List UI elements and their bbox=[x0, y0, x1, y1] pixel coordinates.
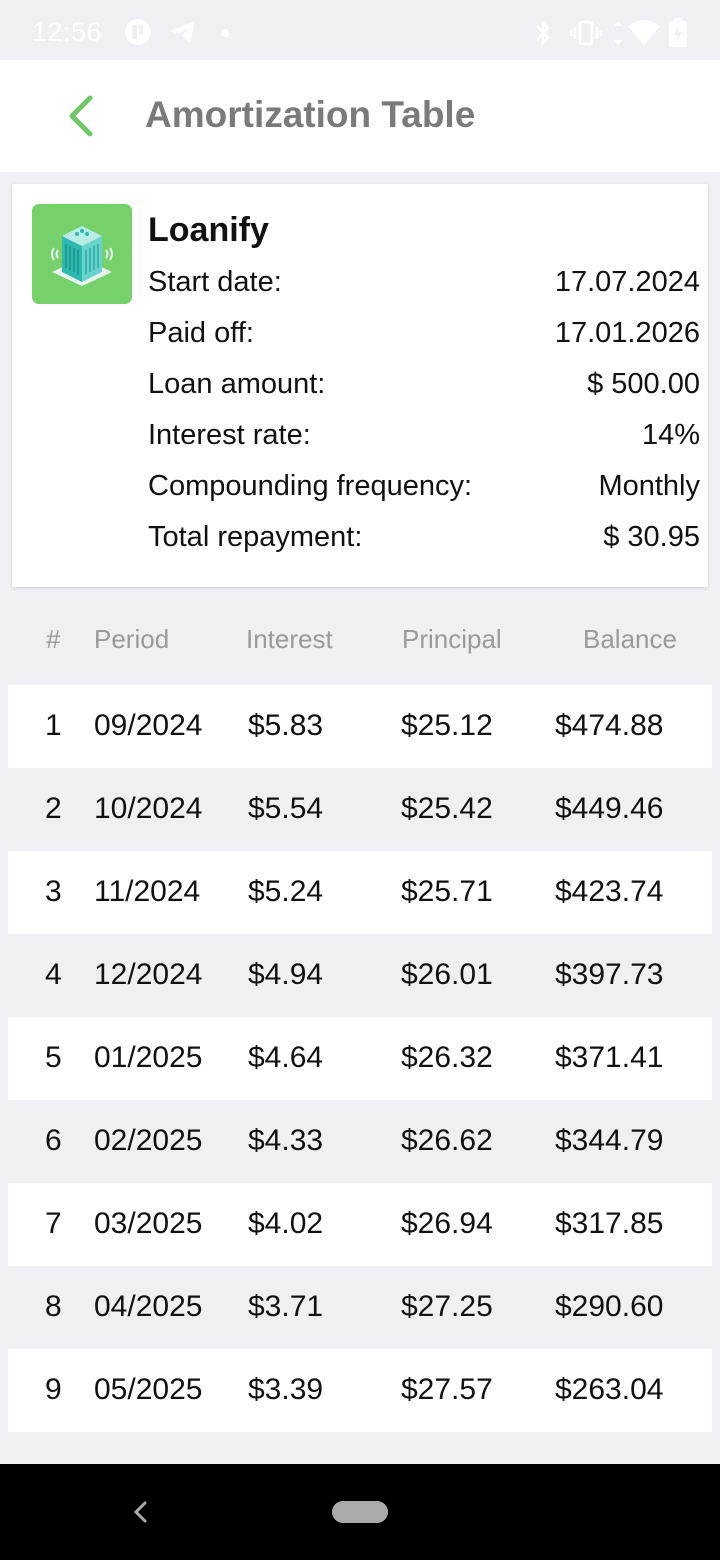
table-row: 6 02/2025 $4.33 $26.62 $344.79 bbox=[8, 1100, 712, 1183]
cell-balance: $290.60 bbox=[555, 1290, 664, 1323]
loan-summary-card: Loanify Start date: 17.07.2024 Paid off:… bbox=[12, 184, 708, 587]
cell-period: 01/2025 bbox=[94, 1041, 203, 1074]
loanify-logo-icon bbox=[32, 204, 132, 304]
column-header-principal: Principal bbox=[402, 624, 502, 654]
cell-number: 9 bbox=[45, 1373, 62, 1406]
info-label: Total repayment: bbox=[148, 521, 363, 553]
column-header-interest: Interest bbox=[246, 624, 333, 654]
wifi-icon bbox=[614, 20, 660, 46]
cell-balance: $344.79 bbox=[555, 1124, 664, 1157]
info-row-interest-rate: Interest rate: 14% bbox=[148, 419, 700, 459]
cell-interest: $4.33 bbox=[248, 1124, 324, 1157]
cell-number: 2 bbox=[45, 792, 62, 825]
cell-interest: $5.54 bbox=[248, 792, 324, 825]
cell-period: 09/2024 bbox=[94, 709, 203, 742]
system-back-button[interactable] bbox=[128, 1494, 152, 1530]
cell-number: 8 bbox=[45, 1290, 62, 1323]
info-row-total-repayment: Total repayment: $ 30.95 bbox=[148, 521, 700, 561]
info-label: Interest rate: bbox=[148, 419, 311, 451]
cell-principal: $26.32 bbox=[401, 1041, 493, 1074]
info-row-loan-amount: Loan amount: $ 500.00 bbox=[148, 368, 700, 408]
cell-balance: $449.46 bbox=[555, 792, 664, 825]
cell-balance: $397.73 bbox=[555, 958, 664, 991]
battery-icon bbox=[669, 18, 687, 47]
system-back-icon bbox=[133, 1501, 147, 1523]
cell-period: 05/2025 bbox=[94, 1373, 203, 1406]
info-value: 17.07.2024 bbox=[554, 266, 700, 298]
cell-balance: $263.04 bbox=[555, 1373, 664, 1406]
cell-principal: $25.12 bbox=[401, 709, 493, 742]
cell-balance: $317.85 bbox=[555, 1207, 664, 1240]
info-row-paid-off: Paid off: 17.01.2026 bbox=[148, 317, 700, 357]
info-value: Monthly bbox=[598, 470, 700, 502]
table-row: 5 01/2025 $4.64 $26.32 $371.41 bbox=[8, 1017, 712, 1100]
info-label: Loan amount: bbox=[148, 368, 326, 400]
back-arrow-icon bbox=[69, 95, 93, 137]
cell-principal: $26.01 bbox=[401, 958, 493, 991]
cell-balance: $423.74 bbox=[555, 875, 664, 908]
home-pill-button[interactable] bbox=[332, 1501, 388, 1523]
cell-period: 11/2024 bbox=[94, 875, 201, 908]
cell-period: 04/2025 bbox=[94, 1290, 203, 1323]
info-value: $ 30.95 bbox=[603, 521, 700, 553]
brand-name: Loanify bbox=[148, 211, 269, 249]
cell-number: 1 bbox=[45, 709, 62, 742]
table-row: 8 04/2025 $3.71 $27.25 $290.60 bbox=[8, 1266, 712, 1349]
back-button[interactable] bbox=[54, 84, 114, 148]
app-notification-icon bbox=[125, 19, 151, 45]
status-time: 12:56 bbox=[32, 17, 103, 47]
cell-interest: $5.24 bbox=[248, 875, 324, 908]
bluetooth-icon bbox=[536, 19, 550, 47]
table-row: 3 11/2024 $5.24 $25.71 $423.74 bbox=[8, 851, 712, 934]
cell-principal: $26.62 bbox=[401, 1124, 493, 1157]
info-label: Paid off: bbox=[148, 317, 254, 349]
cell-balance: $474.88 bbox=[555, 709, 664, 742]
status-bar: 12:56 bbox=[0, 0, 720, 60]
notification-dot-icon bbox=[221, 29, 229, 37]
table-row: 1 09/2024 $5.83 $25.12 $474.88 bbox=[8, 685, 712, 768]
cell-period: 12/2024 bbox=[94, 958, 203, 991]
cell-interest: $5.83 bbox=[248, 709, 324, 742]
table-row: 9 05/2025 $3.39 $27.57 $263.04 bbox=[8, 1349, 712, 1432]
app-bar: Amortization Table bbox=[0, 60, 720, 172]
info-label: Compounding frequency: bbox=[148, 470, 473, 502]
column-header-number: # bbox=[46, 624, 61, 654]
cell-principal: $25.42 bbox=[401, 792, 493, 825]
info-label: Start date: bbox=[148, 266, 282, 298]
cell-principal: $25.71 bbox=[401, 875, 493, 908]
cell-interest: $4.02 bbox=[248, 1207, 324, 1240]
column-header-period: Period bbox=[94, 624, 170, 654]
cell-interest: $3.39 bbox=[248, 1373, 324, 1406]
page-title: Amortization Table bbox=[145, 94, 476, 135]
info-row-start-date: Start date: 17.07.2024 bbox=[148, 266, 700, 306]
cell-balance: $371.41 bbox=[555, 1041, 664, 1074]
cell-interest: $4.64 bbox=[248, 1041, 324, 1074]
vibrate-icon bbox=[570, 20, 602, 46]
column-header-balance: Balance bbox=[583, 624, 677, 654]
info-value: $ 500.00 bbox=[587, 368, 700, 400]
cell-interest: $3.71 bbox=[248, 1290, 324, 1323]
cell-interest: $4.94 bbox=[248, 958, 324, 991]
cell-principal: $27.25 bbox=[401, 1290, 493, 1323]
info-row-compounding-frequency: Compounding frequency: Monthly bbox=[148, 470, 700, 510]
info-value: 17.01.2026 bbox=[554, 317, 700, 349]
cell-principal: $26.94 bbox=[401, 1207, 493, 1240]
table-row: 7 03/2025 $4.02 $26.94 $317.85 bbox=[8, 1183, 712, 1266]
cell-number: 3 bbox=[45, 875, 62, 908]
info-value: 14% bbox=[641, 419, 700, 451]
cell-number: 7 bbox=[45, 1207, 62, 1240]
table-row: 2 10/2024 $5.54 $25.42 $449.46 bbox=[8, 768, 712, 851]
cell-period: 10/2024 bbox=[94, 792, 203, 825]
cell-number: 6 bbox=[45, 1124, 62, 1157]
cell-period: 03/2025 bbox=[94, 1207, 203, 1240]
cell-number: 4 bbox=[45, 958, 62, 991]
telegram-icon bbox=[170, 21, 195, 43]
cell-number: 5 bbox=[45, 1041, 62, 1074]
cell-principal: $27.57 bbox=[401, 1373, 493, 1406]
cell-period: 02/2025 bbox=[94, 1124, 203, 1157]
table-row: 4 12/2024 $4.94 $26.01 $397.73 bbox=[8, 934, 712, 1017]
